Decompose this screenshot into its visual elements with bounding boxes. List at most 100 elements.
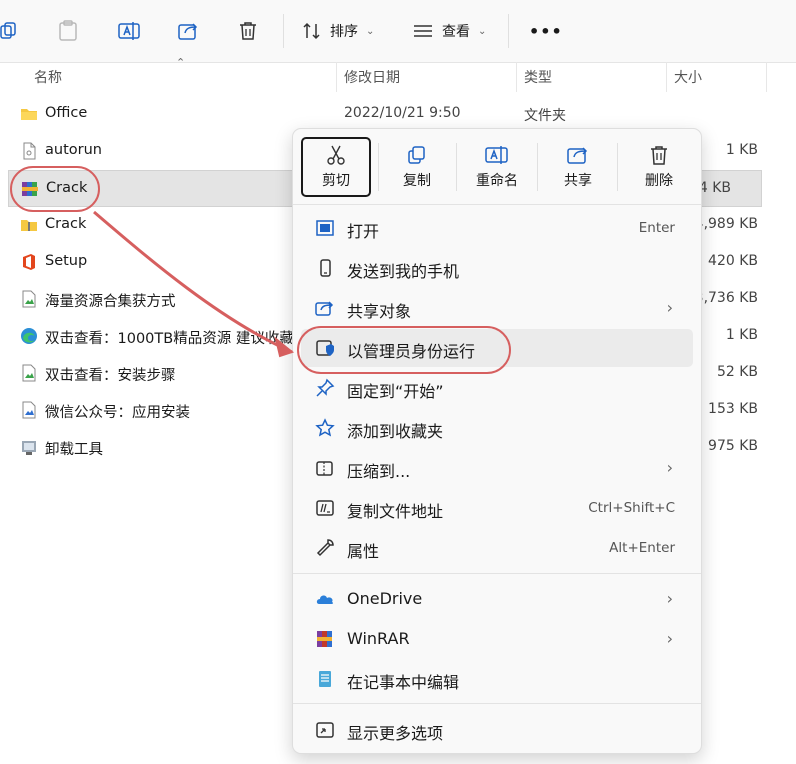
menu-item-onedrive[interactable]: OneDrive ›: [301, 580, 693, 618]
sort-icon: [303, 22, 320, 40]
quick-action-divider: [456, 143, 457, 191]
file-date: 2022/10/21 9:50: [344, 105, 461, 121]
file-size: 1 KB: [725, 327, 758, 343]
column-divider[interactable]: [336, 62, 337, 92]
cloud-icon: [316, 595, 334, 604]
file-size: 1 KB: [725, 142, 758, 158]
copy-button[interactable]: 复制: [383, 139, 451, 195]
column-divider[interactable]: [766, 62, 767, 92]
rename-button[interactable]: 重命名: [463, 139, 531, 195]
rename-icon: [118, 22, 140, 40]
menu-item-send-to-phone[interactable]: 发送到我的手机: [301, 249, 693, 287]
menu-item-share-with[interactable]: 共享对象 ›: [301, 289, 693, 327]
annotation-circle-crack: [10, 166, 100, 212]
menu-item-copy-path[interactable]: 复制文件地址 Ctrl+Shift+C: [301, 489, 693, 527]
trash-icon: [651, 146, 667, 165]
file-name: Crack: [45, 216, 87, 232]
file-size: 3,736 KB: [694, 290, 758, 306]
share-button[interactable]: [178, 14, 200, 48]
zip-folder-icon: [21, 220, 37, 231]
menu-item-compress-to[interactable]: 压缩到... ›: [301, 449, 693, 487]
menu-divider: [293, 573, 701, 574]
image-icon: [22, 401, 36, 419]
menu-item-pin-to-start[interactable]: 固定到“开始”: [301, 369, 693, 407]
context-menu: 剪切 复制 重命名 共享 删除 打开 Enter 发送到我的手机 共享对象 › …: [292, 128, 702, 754]
uninstall-icon: [22, 441, 36, 455]
image-icon: [22, 290, 36, 308]
share-icon: [178, 23, 198, 40]
menu-item-add-favorite[interactable]: 添加到收藏夹: [301, 409, 693, 447]
command-bar: 排序 ⌄ 查看 ⌄ •••: [0, 0, 796, 63]
menu-item-edit-notepad[interactable]: 在记事本中编辑: [301, 660, 693, 698]
file-size: 153 KB: [708, 401, 758, 417]
more-icon: •••: [529, 21, 563, 41]
copy-label: 复制: [403, 173, 431, 189]
column-header-size[interactable]: 大小: [674, 67, 702, 87]
file-name: Office: [45, 105, 88, 121]
share-button[interactable]: 共享: [544, 139, 612, 195]
menu-item-open[interactable]: 打开 Enter: [301, 209, 693, 247]
quick-action-divider: [378, 143, 379, 191]
chevron-right-icon: ›: [666, 458, 673, 477]
sort-label: 排序: [330, 24, 358, 40]
file-type: 文件夹: [524, 108, 566, 124]
menu-item-label: OneDrive: [347, 589, 423, 608]
column-divider[interactable]: [516, 62, 517, 92]
menu-item-label: 属性: [347, 542, 380, 561]
menu-item-label: 显示更多选项: [347, 724, 444, 743]
paste-button[interactable]: [58, 14, 78, 48]
compress-icon: [316, 461, 333, 476]
view-button[interactable]: 查看 ⌄: [412, 14, 486, 48]
menu-item-shortcut: Alt+Enter: [609, 540, 675, 556]
paste-icon: [59, 20, 77, 41]
delete-label: 删除: [645, 173, 673, 189]
copy-icon: [0, 22, 16, 39]
delete-button[interactable]: [238, 14, 258, 48]
view-label: 查看: [442, 24, 470, 40]
scissors-icon: [327, 145, 345, 165]
file-name: 微信公众号：应用安装: [45, 405, 190, 421]
quick-action-divider: [617, 143, 618, 191]
menu-item-properties[interactable]: 属性 Alt+Enter: [301, 529, 693, 567]
quick-action-divider: [537, 143, 538, 191]
more-button[interactable]: •••: [529, 14, 563, 48]
file-size: 4,989 KB: [694, 216, 758, 232]
share-label: 共享: [564, 173, 592, 189]
file-name: autorun: [45, 142, 102, 158]
phone-icon: [320, 259, 331, 277]
column-divider[interactable]: [666, 62, 667, 92]
menu-divider: [293, 703, 701, 704]
sort-button[interactable]: 排序 ⌄: [302, 14, 374, 48]
menu-item-label: 压缩到...: [347, 462, 411, 481]
menu-item-shortcut: Ctrl+Shift+C: [588, 500, 675, 516]
path-icon: [316, 500, 334, 516]
view-icon: [414, 25, 432, 37]
sort-ascending-icon: ⌃: [176, 56, 186, 69]
menu-divider: [293, 204, 701, 205]
file-size: 975 KB: [708, 438, 758, 454]
open-icon: [316, 220, 334, 236]
toolbar-divider: [508, 14, 509, 48]
delete-button[interactable]: 删除: [625, 139, 693, 195]
menu-item-label: 打开: [347, 222, 380, 241]
cut-button[interactable]: 剪切: [301, 137, 371, 197]
file-name: Setup: [45, 253, 88, 269]
menu-item-winrar[interactable]: WinRAR ›: [301, 620, 693, 658]
menu-item-label: 共享对象: [347, 302, 412, 321]
rename-button[interactable]: [118, 14, 140, 48]
menu-item-show-more[interactable]: 显示更多选项: [301, 711, 693, 749]
share-icon: [315, 301, 334, 316]
edge-icon: [21, 328, 37, 344]
cut-label: 剪切: [322, 173, 350, 189]
menu-item-shortcut: Enter: [638, 220, 675, 236]
folder-icon: [21, 109, 37, 120]
copy-icon: [408, 146, 425, 164]
menu-item-label: 固定到“开始”: [347, 382, 444, 401]
column-header-type[interactable]: 类型: [524, 67, 552, 87]
column-header-date[interactable]: 修改日期: [344, 67, 400, 87]
column-header-name[interactable]: 名称: [34, 67, 62, 87]
column-header-bar: ⌃ 名称 修改日期 类型 大小: [0, 56, 796, 92]
copy-button[interactable]: [0, 14, 20, 48]
chevron-right-icon: ›: [666, 589, 673, 608]
annotation-circle-run-as-admin: [297, 326, 511, 374]
